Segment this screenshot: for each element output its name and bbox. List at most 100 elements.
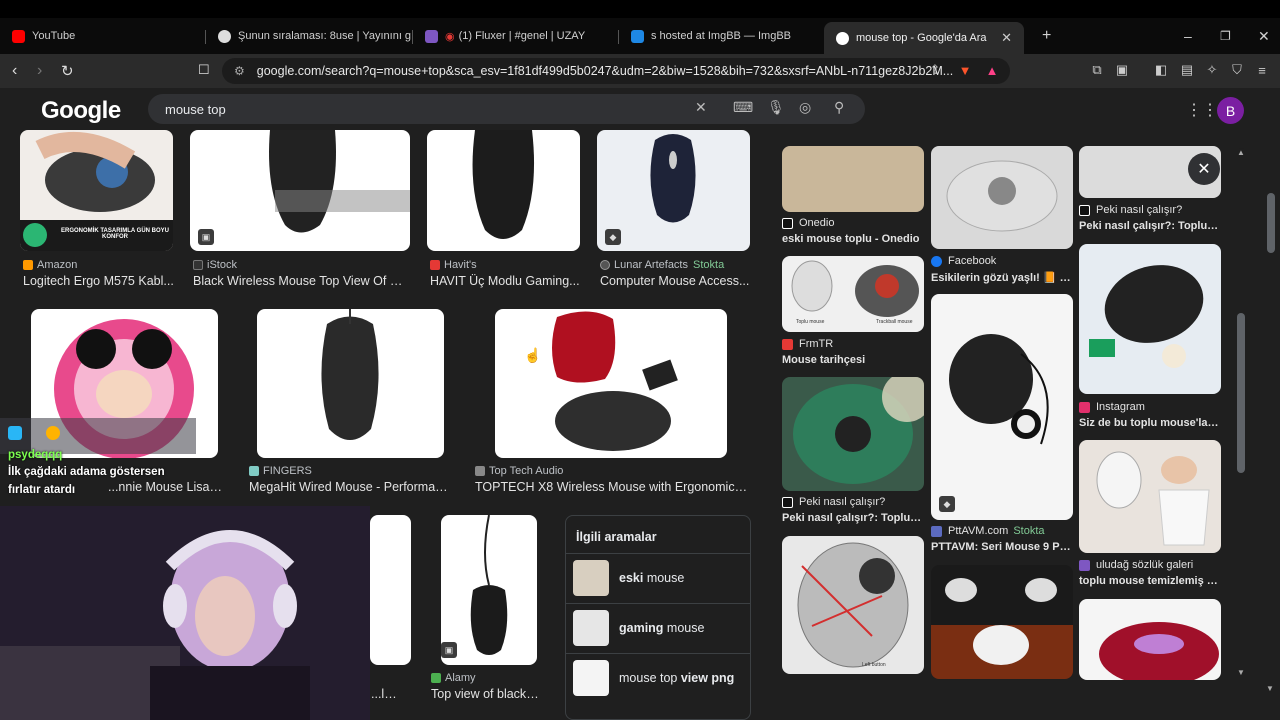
avatar[interactable]: B bbox=[1217, 97, 1244, 124]
right-image-onedio[interactable] bbox=[782, 146, 924, 212]
right-title[interactable]: toplu mouse temizlemiş ne... bbox=[1079, 575, 1221, 587]
right-image-cutaway[interactable]: Left button bbox=[782, 536, 924, 674]
lens-icon[interactable]: ◎ bbox=[799, 99, 811, 116]
reader-icon[interactable]: ▣ bbox=[1113, 61, 1131, 79]
right-source[interactable]: FrmTR bbox=[782, 338, 833, 350]
result-source[interactable]: FINGERS bbox=[249, 465, 312, 477]
apps-grid-icon[interactable]: ⋮⋮ bbox=[1186, 100, 1218, 120]
new-tab-button[interactable]: + bbox=[1030, 18, 1056, 54]
right-title[interactable]: Peki nasıl çalışır?: Toplu far... bbox=[1079, 220, 1221, 232]
clear-icon[interactable]: ✕ bbox=[695, 99, 707, 116]
result-title[interactable]: ...less bbox=[371, 687, 401, 701]
right-image-ball[interactable]: ◆ bbox=[931, 294, 1073, 520]
result-image-fingers[interactable] bbox=[257, 309, 444, 458]
result-title[interactable]: HAVIT Üç Modlu Gaming... bbox=[430, 274, 580, 288]
related-item-eski[interactable]: eski mouse bbox=[566, 553, 750, 602]
related-item-gaming[interactable]: gaming mouse bbox=[566, 603, 750, 652]
result-title[interactable]: Black Wireless Mouse Top View Of G... bbox=[193, 274, 408, 288]
menu-icon[interactable]: ≡ bbox=[1253, 61, 1271, 79]
pttavm-icon bbox=[931, 525, 942, 537]
related-label: gaming mouse bbox=[619, 621, 704, 635]
tab-youtube[interactable]: YouTube bbox=[0, 18, 205, 54]
right-title[interactable]: eski mouse toplu - Onedio bbox=[782, 233, 924, 245]
site-info-icon[interactable]: ⚙ bbox=[234, 64, 245, 78]
right-image-facebook[interactable] bbox=[931, 146, 1073, 249]
right-title[interactable]: Peki nasıl çalışır?: Toplu far... bbox=[782, 512, 924, 524]
result-source[interactable]: Top Tech Audio bbox=[475, 465, 563, 477]
result-image-istock[interactable]: ▣ bbox=[190, 130, 410, 251]
tab-imgbb[interactable]: s hosted at ImgBB — ImgBB bbox=[619, 18, 824, 54]
image-caption: Left button bbox=[862, 662, 886, 668]
extensions-icon[interactable]: ⧉ bbox=[1088, 61, 1106, 79]
result-image-partial[interactable] bbox=[370, 515, 411, 665]
scroll-down-icon[interactable]: ▼ bbox=[1237, 668, 1245, 677]
brave-rewards-icon[interactable]: ▲ bbox=[983, 61, 1001, 79]
right-image-pttavm[interactable] bbox=[931, 565, 1073, 679]
result-image-alamy[interactable]: ▣ bbox=[441, 515, 537, 665]
right-source[interactable]: uludağ sözlük galeri bbox=[1079, 559, 1193, 571]
right-source[interactable]: Onedio bbox=[782, 217, 834, 229]
result-image-havit[interactable] bbox=[427, 130, 580, 251]
mic-icon[interactable]: 🎙 bbox=[767, 99, 785, 116]
close-window-icon[interactable]: ✕ bbox=[1246, 18, 1280, 54]
back-icon[interactable]: ‹ bbox=[12, 62, 17, 80]
address-bar[interactable]: ⚙ google.com/search?q=mouse+top&sca_esv=… bbox=[222, 58, 1010, 84]
tab-fluxer[interactable]: ◉ (1) Fluxer | #genel | UZAY bbox=[413, 18, 618, 54]
page-scroll-down-icon[interactable]: ▼ bbox=[1266, 684, 1274, 693]
google-logo[interactable]: Google bbox=[41, 97, 121, 125]
page-scrollbar[interactable] bbox=[1267, 193, 1275, 253]
right-image-cleaning[interactable] bbox=[1079, 440, 1221, 553]
result-title[interactable]: TOPTECH X8 Wireless Mouse with Ergonomic… bbox=[475, 480, 750, 494]
tab-google-active[interactable]: mouse top - Google'da Ara ✕ bbox=[824, 22, 1024, 54]
forward-icon[interactable]: › bbox=[37, 62, 42, 80]
leo-icon[interactable]: ✧ bbox=[1203, 61, 1221, 79]
right-source[interactable]: Instagram bbox=[1079, 401, 1145, 413]
result-source[interactable]: Alamy bbox=[431, 672, 476, 684]
result-source[interactable]: Lunar Artefacts Stokta bbox=[600, 259, 724, 271]
reload-icon[interactable]: ↻ bbox=[61, 62, 74, 80]
brave-shield-icon[interactable]: ▼ bbox=[956, 61, 974, 79]
result-image-toptech[interactable] bbox=[495, 309, 727, 458]
vpn-icon[interactable]: ⛉ bbox=[1228, 61, 1246, 79]
right-title[interactable]: PTTAVM: Seri Mouse 9 Pin... bbox=[931, 541, 1073, 553]
sidebar-icon[interactable]: ◧ bbox=[1152, 61, 1170, 79]
restore-icon[interactable]: ❐ bbox=[1208, 18, 1243, 54]
right-image-frmtr[interactable]: Toplu mouse Trackball mouse bbox=[782, 256, 924, 332]
scroll-up-icon[interactable]: ▲ bbox=[1237, 148, 1245, 157]
right-source[interactable]: Facebook bbox=[931, 255, 996, 267]
result-title[interactable]: ...nnie Mouse Lisanslı Plast... bbox=[108, 480, 228, 494]
close-tab-icon[interactable]: ✕ bbox=[1001, 30, 1012, 46]
panel-scrollbar[interactable] bbox=[1237, 313, 1245, 473]
right-source[interactable]: Peki nasıl çalışır? bbox=[1079, 204, 1182, 216]
istock-icon bbox=[193, 260, 203, 270]
tab-kick[interactable]: Şunun sıralaması: 8use | Yayınını güçl bbox=[206, 18, 411, 54]
search-icon[interactable]: ⚲ bbox=[834, 99, 844, 116]
tag-icon: ◆ bbox=[605, 229, 621, 245]
right-title[interactable]: Esikilerin gözü yaşlı! 📙 En... bbox=[931, 271, 1073, 284]
right-image-red-mouse[interactable] bbox=[1079, 599, 1221, 680]
tag-icon: ◆ bbox=[939, 496, 955, 512]
share-icon[interactable]: ⇪ bbox=[926, 61, 944, 79]
result-source[interactable]: Amazon bbox=[23, 259, 77, 271]
result-source[interactable]: Havit's bbox=[430, 259, 477, 271]
result-title[interactable]: MegaHit Wired Mouse - Performan... bbox=[249, 480, 449, 494]
result-title[interactable]: Computer Mouse Access... bbox=[600, 274, 750, 288]
related-item-view-png[interactable]: mouse top view png bbox=[566, 653, 750, 702]
result-image-logitech[interactable]: ERGONOMİK TASARIMLA GÜN BOYU KONFOR bbox=[20, 130, 173, 251]
bookmark-icon[interactable]: ☐ bbox=[198, 62, 210, 78]
right-title[interactable]: Siz de bu toplu mouse'larla... bbox=[1079, 417, 1221, 429]
result-title[interactable]: Top view of black c... bbox=[431, 687, 541, 701]
search-box[interactable]: mouse top bbox=[148, 94, 865, 124]
right-title[interactable]: Mouse tarihçesi bbox=[782, 354, 924, 366]
minimize-icon[interactable]: – bbox=[1172, 18, 1204, 54]
right-image-black-mouse[interactable] bbox=[1079, 244, 1221, 394]
right-image-circuit[interactable] bbox=[782, 377, 924, 491]
result-image-lunar[interactable]: ◆ bbox=[597, 130, 750, 251]
right-source[interactable]: Peki nasıl çalışır? bbox=[782, 496, 885, 508]
result-title[interactable]: Logitech Ergo M575 Kabl... bbox=[23, 274, 178, 288]
result-source[interactable]: iStock bbox=[193, 259, 237, 271]
close-preview-button[interactable]: ✕ bbox=[1188, 153, 1220, 185]
keyboard-icon[interactable]: ⌨ bbox=[733, 99, 753, 116]
wallet-icon[interactable]: ▤ bbox=[1178, 61, 1196, 79]
right-source[interactable]: PttAVM.com Stokta bbox=[931, 525, 1045, 537]
